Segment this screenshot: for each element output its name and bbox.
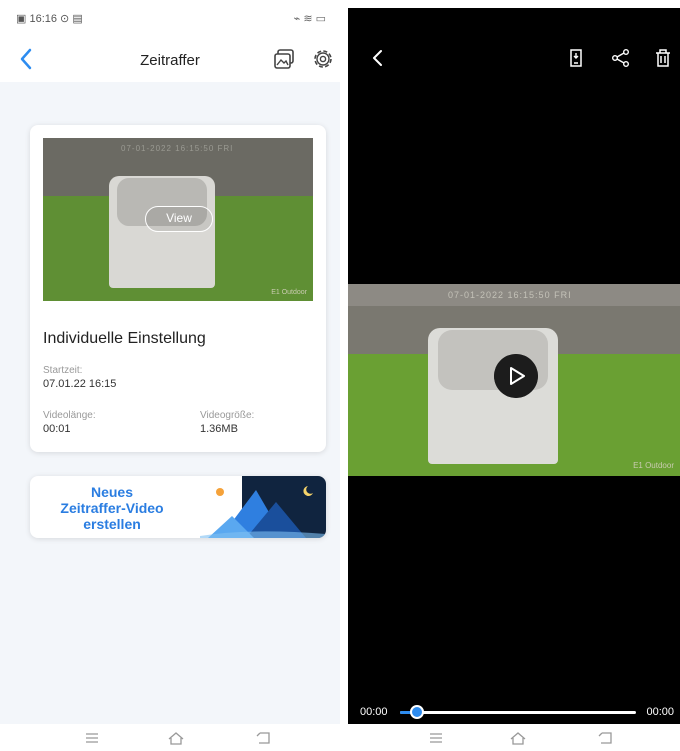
total-time: 00:00 xyxy=(646,706,674,718)
banner-line-2: Zeitraffer-Video xyxy=(60,500,164,516)
thumbnail-timestamp: 07-01-2022 16:15:50 FRI xyxy=(121,144,234,153)
trash-icon[interactable] xyxy=(651,46,675,70)
back-icon[interactable] xyxy=(596,730,616,746)
video-thumbnail[interactable]: 07-01-2022 16:15:50 FRI E1 Outdoor View xyxy=(43,138,313,301)
video-player-screen: 07-01-2022 16:15:50 FRI E1 Outdoor 00:00… xyxy=(348,8,680,751)
video-timestamp: 07-01-2022 16:15:50 FRI xyxy=(448,290,572,300)
status-icons: ⌁ ≋ ▭ xyxy=(293,13,326,25)
mountain-illustration-icon xyxy=(200,476,326,538)
video-size-value: 1.36MB xyxy=(200,423,238,435)
home-icon[interactable] xyxy=(508,730,528,746)
seek-handle[interactable] xyxy=(410,705,424,719)
back-icon[interactable] xyxy=(254,730,274,746)
play-icon[interactable] xyxy=(494,354,538,398)
video-size-label: Videogröße: xyxy=(200,410,255,421)
thumbnail-watermark: E1 Outdoor xyxy=(271,289,307,296)
gallery-icon[interactable] xyxy=(272,46,298,72)
video-watermark: E1 Outdoor xyxy=(633,461,674,470)
navigation-bar xyxy=(0,724,340,751)
menu-icon[interactable] xyxy=(426,730,446,746)
current-time: 00:00 xyxy=(360,706,388,718)
banner-line-3: erstellen xyxy=(83,516,141,532)
seek-bar[interactable] xyxy=(400,711,636,714)
save-to-phone-icon[interactable] xyxy=(564,46,588,70)
start-time-value: 07.01.22 16:15 xyxy=(43,378,117,390)
home-icon[interactable] xyxy=(166,730,186,746)
video-frame[interactable]: 07-01-2022 16:15:50 FRI E1 Outdoor xyxy=(348,284,680,476)
back-arrow-icon[interactable] xyxy=(366,46,390,70)
settings-gear-icon[interactable] xyxy=(310,46,336,72)
create-timelapse-banner[interactable]: Neues Zeitraffer-Video erstellen xyxy=(30,476,326,538)
video-length-label: Videolänge: xyxy=(43,410,96,421)
status-time: ▣ 16:16 ⊙ ▤ xyxy=(16,13,83,25)
timelapse-screen: ▣ 16:16 ⊙ ▤ ⌁ ≋ ▭ Zeitraffer 07-01-2022 … xyxy=(0,0,340,751)
card-title: Individuelle Einstellung xyxy=(43,330,206,347)
video-length-value: 00:01 xyxy=(43,423,71,435)
app-bar: Zeitraffer xyxy=(0,38,340,82)
navigation-bar-right xyxy=(348,724,680,751)
start-time-label: Startzeit: xyxy=(43,365,83,376)
status-bar: ▣ 16:16 ⊙ ▤ ⌁ ≋ ▭ xyxy=(0,0,340,38)
menu-icon[interactable] xyxy=(82,730,102,746)
view-button[interactable]: View xyxy=(145,206,213,232)
share-icon[interactable] xyxy=(609,46,633,70)
banner-text: Neues Zeitraffer-Video erstellen xyxy=(44,484,180,532)
banner-line-1: Neues xyxy=(90,484,134,500)
timelapse-video-card[interactable]: 07-01-2022 16:15:50 FRI E1 Outdoor View … xyxy=(30,125,326,452)
